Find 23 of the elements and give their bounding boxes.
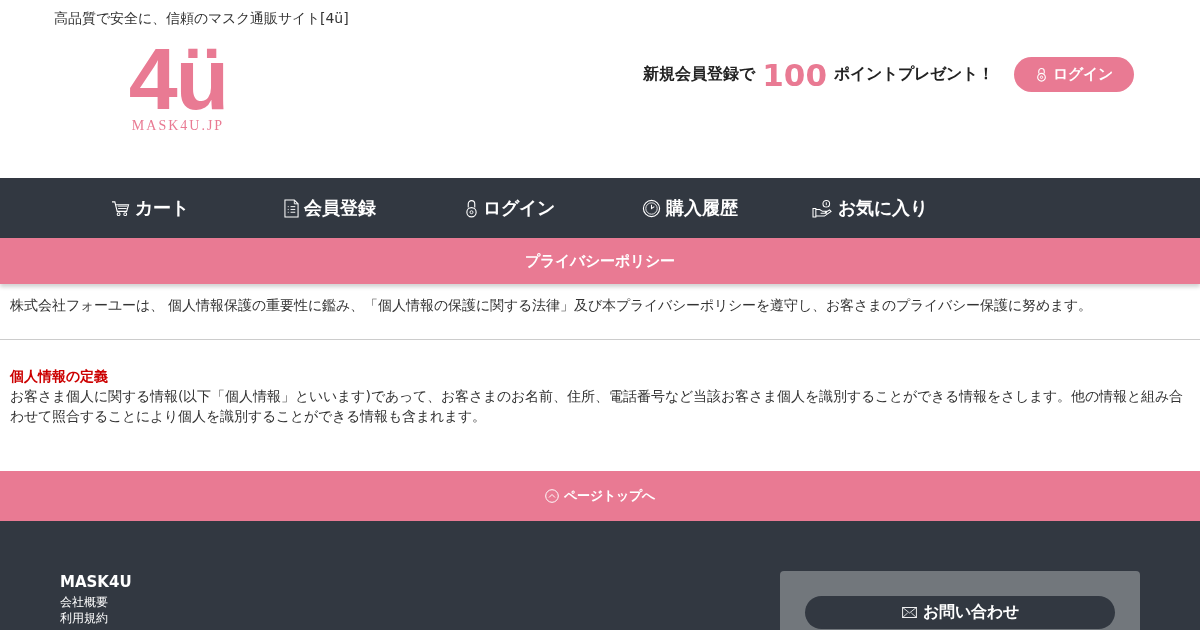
chevron-up-icon xyxy=(545,489,559,503)
clock-icon xyxy=(642,198,661,218)
section-body: お客さま個人に関する情報(以下「個人情報」といいます)であって、お客さまのお名前、住所、電話番号など当該お客さま個人を識別することができる情報をさします。他の情報と組み合わせて照合することにより個人を識別することができる情報も含まれます。 xyxy=(10,387,1184,426)
page-title: プライバシーポリシー xyxy=(525,251,675,271)
footer-link[interactable]: 会社概要 xyxy=(60,594,108,610)
hand-coin-icon xyxy=(812,198,833,218)
mail-icon xyxy=(901,607,917,618)
nav-link[interactable]: 購入履歴 xyxy=(642,196,738,220)
section-heading: 個人情報の定義 xyxy=(10,367,108,386)
lock-icon xyxy=(1035,67,1047,82)
footer-brand: MASK4U xyxy=(60,572,132,592)
nav-link[interactable]: 会員登録 xyxy=(284,196,376,220)
lock-icon xyxy=(465,198,478,218)
nav-link[interactable]: ログイン xyxy=(465,196,555,220)
cart-icon xyxy=(111,199,130,217)
nav-link[interactable]: お気に入り xyxy=(812,196,928,220)
contact-button[interactable]: お問い合わせ xyxy=(805,596,1115,629)
footer-link[interactable]: 利用規約 xyxy=(60,610,108,626)
promo-text: 新規会員登録で 100 ポイントプレゼント！ xyxy=(643,57,994,92)
site-tagline: 高品質で安全に、信頼のマスク通販サイト[4ü] xyxy=(54,9,349,27)
nav-link[interactable]: カート xyxy=(111,196,189,220)
intro-paragraph: 株式会社フォーユーは、 個人情報保護の重要性に鑑み、「個人情報の保護に関する法律」及び本プライバシーポリシーを遵守し、お客さまのプライバシー保護に努めます。 xyxy=(10,296,1094,315)
document-icon xyxy=(284,198,299,218)
